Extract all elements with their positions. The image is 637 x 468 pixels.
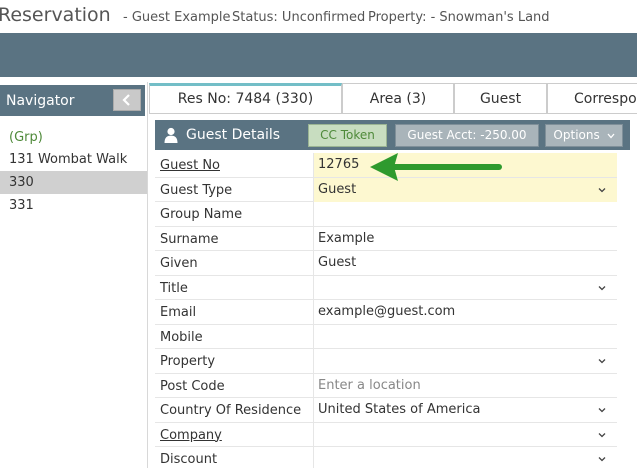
post-code-label: Post Code (160, 378, 225, 394)
window-header: Reservation - Guest Example Status: Unco… (0, 0, 637, 33)
chevron-down-icon (598, 187, 606, 192)
chevron-down-icon (598, 432, 606, 437)
group-name-row: Group Name (155, 202, 617, 227)
title-label: Title (160, 280, 188, 296)
surname-row: Surname Example (155, 227, 617, 251)
email-row: Email example@guest.com (155, 300, 617, 325)
mobile-row: Mobile (155, 325, 617, 349)
person-icon (164, 127, 178, 143)
guest-name-label: - Guest Example (123, 10, 231, 25)
title-row: Title (155, 276, 617, 300)
group-name-label: Group Name (160, 207, 243, 222)
post-code-row: Post Code Enter a location (155, 374, 617, 398)
tab-strip-line (149, 113, 637, 114)
tab-guest[interactable]: Guest (454, 83, 547, 114)
surname-field[interactable]: Example (314, 227, 617, 251)
title-select[interactable] (314, 276, 617, 300)
tab-bar: Res No: 7484 (330) Area (3) Guest Corres… (149, 82, 637, 114)
top-toolbar (0, 33, 637, 77)
property-label-field: Property (160, 354, 216, 369)
country-select[interactable]: United States of America (314, 398, 617, 422)
country-row: Country Of Residence United States of Am… (155, 398, 617, 423)
options-label: Options (553, 128, 600, 142)
nav-item-group[interactable]: (Grp) (0, 124, 147, 148)
guest-account-button[interactable]: Guest Acct: -250.00 (395, 124, 539, 147)
chevron-down-icon (607, 133, 615, 139)
given-field[interactable]: Guest (314, 251, 617, 275)
chevron-left-icon (122, 94, 130, 106)
cc-token-button[interactable]: CC Token (308, 124, 387, 147)
form-column-divider (313, 153, 314, 468)
email-field[interactable]: example@guest.com (314, 300, 617, 324)
group-name-field[interactable] (314, 202, 617, 226)
given-label: Given (160, 256, 198, 271)
guest-type-value: Guest (318, 181, 357, 197)
navigator-header: Navigator (0, 85, 145, 116)
property-row: Property (155, 349, 617, 374)
mobile-label: Mobile (160, 329, 203, 345)
discount-select[interactable] (314, 447, 617, 468)
surname-label: Surname (160, 231, 219, 247)
mobile-field[interactable] (314, 325, 617, 349)
nav-item-331[interactable]: 331 (0, 194, 147, 217)
given-row: Given Guest (155, 251, 617, 276)
guest-type-label: Guest Type (160, 182, 233, 198)
tab-correspondence[interactable]: Correspo (547, 83, 637, 114)
navigator-title: Navigator (6, 93, 75, 109)
tab-area[interactable]: Area (3) (342, 83, 454, 114)
page-title: Reservation (0, 4, 111, 26)
country-value: United States of America (318, 402, 481, 417)
discount-row: Discount (155, 447, 617, 468)
nav-item-330[interactable]: 330 (0, 171, 147, 194)
chevron-down-icon (598, 408, 606, 413)
guest-details-title: Guest Details (186, 127, 281, 143)
tab-res-no[interactable]: Res No: 7484 (330) (149, 83, 342, 114)
chevron-down-icon (598, 359, 606, 364)
options-button[interactable]: Options (545, 124, 623, 147)
guest-details-header: Guest Details CC Token Guest Acct: -250.… (155, 120, 630, 150)
country-label: Country Of Residence (160, 403, 302, 418)
annotation-arrow-icon (370, 153, 502, 181)
email-label: Email (160, 305, 197, 320)
status-label: Status: Unconfirmed (232, 10, 366, 25)
company-select[interactable] (314, 423, 617, 447)
property-label: Property: - Snowman's Land (368, 10, 550, 25)
company-label[interactable]: Company (160, 428, 222, 443)
guest-details-form: Guest No 12765 Guest Type Guest Group Na… (155, 153, 617, 468)
chevron-down-icon (598, 457, 606, 462)
property-select[interactable] (314, 349, 617, 373)
discount-label: Discount (160, 452, 218, 467)
navigator-divider (147, 82, 148, 468)
post-code-input[interactable]: Enter a location (314, 374, 617, 398)
chevron-down-icon (598, 285, 606, 290)
guest-no-label[interactable]: Guest No (160, 158, 220, 173)
navigator-list: (Grp) 131 Wombat Walk 330 331 (0, 124, 147, 217)
nav-item-wombat-walk[interactable]: 131 Wombat Walk (0, 148, 147, 171)
navigator-collapse-button[interactable] (113, 89, 141, 111)
company-row: Company (155, 423, 617, 447)
